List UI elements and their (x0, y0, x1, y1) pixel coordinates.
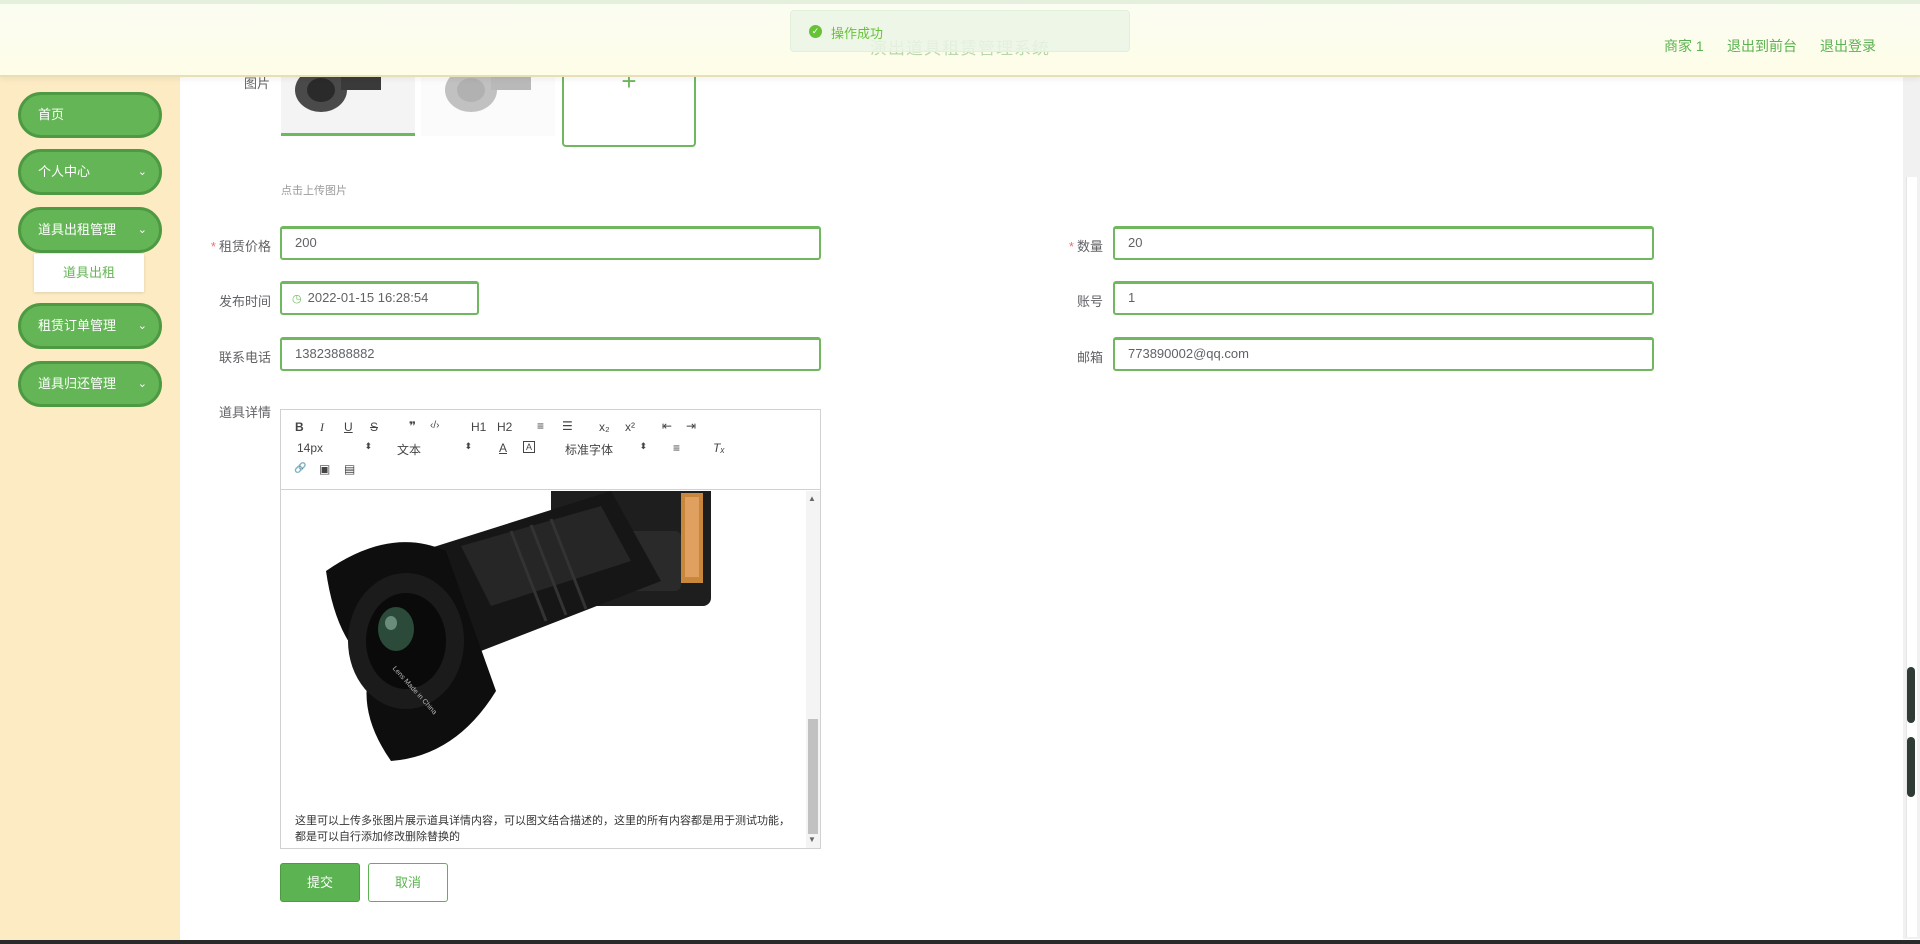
strikethrough-icon[interactable]: S (370, 420, 378, 434)
heading2-icon[interactable]: H2 (497, 420, 512, 434)
outdent-icon[interactable]: ⇤ (662, 419, 672, 433)
scroll-marker (1907, 737, 1915, 797)
sidebar-subitem-rental[interactable]: 道具出租 (34, 254, 144, 292)
sidebar-item-home[interactable]: 首页 (18, 92, 162, 138)
sidebar-item-orders[interactable]: 租赁订单管理 ⌄ (18, 303, 162, 349)
page-scroll-thumb[interactable] (1906, 177, 1917, 937)
sidebar-item-returns[interactable]: 道具归还管理 ⌄ (18, 361, 162, 407)
subscript-icon[interactable]: x₂ (599, 420, 610, 434)
editor-scrollbar[interactable]: ▲ ▼ (806, 491, 820, 848)
details-text: 这里可以上传多张图片展示道具详情内容，可以图文结合描述的，这里的所有内容都是用于… (295, 815, 790, 843)
sidebar-item-rental-management[interactable]: 道具出租管理 ⌄ (18, 207, 162, 253)
check-icon: ✓ (809, 25, 822, 38)
font-size-select[interactable]: 14px ⬍ (297, 441, 372, 455)
sidebar-item-label: 租赁订单管理 (38, 318, 117, 333)
clear-format-icon[interactable]: Tₓ (713, 441, 725, 455)
account-input[interactable]: 1 (1113, 281, 1654, 315)
sidebar-item-label: 首页 (38, 107, 65, 122)
code-block-icon[interactable]: ‹/› (430, 420, 439, 431)
video-icon[interactable]: ▤ (344, 462, 355, 476)
underline-icon[interactable]: U (344, 420, 353, 434)
phone-label: 联系电话 (218, 350, 271, 365)
editor-content[interactable]: Lens Made in China 这里可以上传多张图片展示道具详情内容，可以… (281, 491, 805, 848)
chevron-down-icon: ⌄ (137, 320, 147, 332)
indent-icon[interactable]: ⇥ (686, 419, 696, 433)
chevron-down-icon: ⌄ (137, 224, 147, 236)
quantity-input[interactable]: 20 (1113, 226, 1654, 260)
publish-time-picker[interactable]: ◷ 2022-01-15 16:28:54 (280, 281, 479, 315)
font-family-select[interactable]: 标准字体 ⬍ (565, 441, 647, 458)
price-label: * 租赁价格 (210, 239, 271, 254)
quantity-label: * 数量 (1068, 239, 1103, 254)
scroll-up-icon[interactable]: ▲ (808, 494, 816, 503)
scroll-marker (1907, 667, 1915, 723)
image-icon[interactable]: ▣ (319, 462, 330, 476)
user-label[interactable]: 商家 1 (1664, 36, 1704, 56)
text-style-value: 文本 (397, 443, 422, 457)
superscript-icon[interactable]: x² (625, 420, 635, 434)
scroll-down-icon[interactable]: ▼ (808, 835, 816, 844)
heading1-icon[interactable]: H1 (471, 420, 486, 434)
link-icon[interactable]: 🔗 (294, 463, 306, 474)
logout-link[interactable]: 退出登录 (1820, 36, 1876, 56)
submit-button[interactable]: 提交 (280, 863, 360, 902)
font-family-value: 标准字体 (565, 443, 614, 457)
details-label: 道具详情 (218, 405, 271, 420)
text-style-select[interactable]: 文本 ⬍ (397, 441, 472, 458)
sidebar-item-label: 道具出租管理 (38, 222, 117, 237)
align-icon[interactable]: ≡ (673, 441, 680, 455)
sidebar-item-profile[interactable]: 个人中心 ⌄ (18, 149, 162, 195)
italic-icon[interactable]: I (320, 420, 324, 435)
sidebar-item-label: 个人中心 (38, 164, 91, 179)
editor-toolbar: B I U S ❞ ‹/› H1 H2 ≡ ☰ x₂ x² ⇤ ⇥ 14px ⬍ … (281, 410, 820, 490)
rich-text-editor: B I U S ❞ ‹/› H1 H2 ≡ ☰ x₂ x² ⇤ ⇥ 14px ⬍ … (280, 409, 821, 849)
sidebar-item-label: 道具归还管理 (38, 376, 117, 391)
publish-time-value: 2022-01-15 16:28:54 (307, 290, 429, 305)
price-input[interactable]: 200 (280, 226, 821, 260)
phone-input[interactable]: 13823888882 (280, 337, 821, 371)
page-scrollbar[interactable] (1903, 77, 1920, 939)
bullet-list-icon[interactable]: ☰ (562, 419, 573, 433)
sidebar: 首页 个人中心 ⌄ 道具出租管理 ⌄ 道具出租 租赁订单管理 ⌄ 道具归还管理 … (0, 77, 180, 944)
email-input[interactable]: 773890002@qq.com (1113, 337, 1654, 371)
camera-image: Lens Made in China (281, 491, 805, 791)
email-label: 邮箱 (1076, 350, 1103, 365)
chevron-down-icon: ⌄ (137, 166, 147, 178)
ordered-list-icon[interactable]: ≡ (537, 419, 544, 433)
cancel-button[interactable]: 取消 (368, 863, 448, 902)
editor-scroll-thumb[interactable] (808, 719, 818, 834)
blockquote-icon[interactable]: ❞ (409, 419, 416, 433)
bold-icon[interactable]: B (295, 420, 304, 434)
bottom-border (0, 940, 1920, 944)
publish-time-label: 发布时间 (218, 294, 271, 309)
background-color-icon[interactable]: A (523, 441, 536, 453)
front-page-link[interactable]: 退出到前台 (1727, 36, 1797, 56)
chevron-down-icon: ⌄ (137, 378, 147, 390)
upload-hint: 点击上传图片 (281, 185, 347, 197)
toast-message: 操作成功 (831, 26, 884, 41)
clock-icon: ◷ (292, 293, 302, 305)
font-color-icon[interactable]: A (499, 441, 507, 455)
account-label: 账号 (1076, 294, 1103, 309)
success-toast: ✓ 操作成功 (790, 10, 1130, 52)
font-size-value: 14px (297, 441, 324, 455)
